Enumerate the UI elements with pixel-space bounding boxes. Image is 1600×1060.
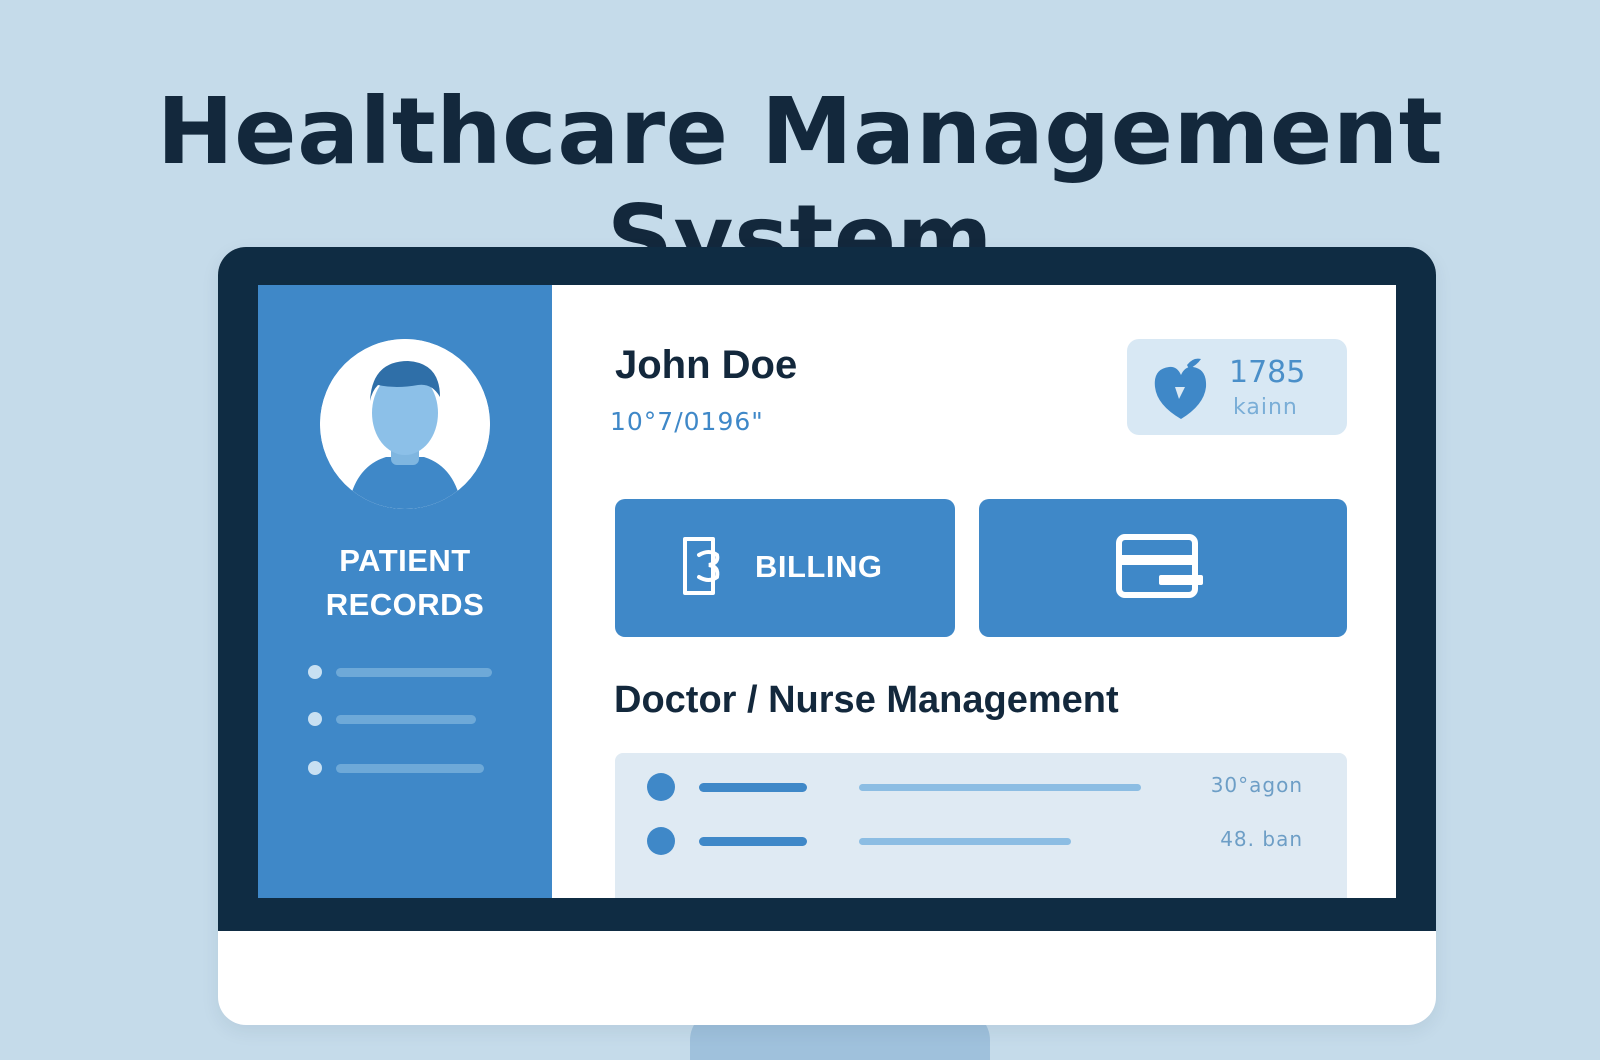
patient-name: John Doe — [615, 343, 798, 387]
user-avatar-icon[interactable] — [320, 339, 490, 509]
card-payment-button[interactable] — [979, 499, 1347, 637]
billing-document-icon — [683, 537, 720, 595]
sidebar: PATIENT RECORDS — [258, 285, 552, 898]
staff-detail-placeholder — [859, 784, 1141, 791]
vitals-unit: kainn — [1233, 395, 1298, 420]
patient-records-line1: PATIENT — [339, 543, 471, 578]
heart-icon — [1154, 358, 1207, 419]
sidebar-item-placeholder — [336, 715, 476, 724]
staff-name-placeholder — [699, 783, 807, 792]
sidebar-item-3[interactable] — [308, 761, 508, 775]
bullet-icon — [308, 712, 322, 726]
patient-records-line2: RECORDS — [325, 587, 485, 622]
bullet-icon — [308, 761, 322, 775]
sidebar-item-placeholder — [336, 668, 492, 677]
patient-id: 10°7/0196" — [610, 407, 764, 436]
credit-card-icon — [1116, 534, 1203, 598]
list-item[interactable]: 48. ban — [615, 825, 1347, 855]
monitor: PATIENT RECORDS John Doe 10°7/0196" 1785… — [218, 247, 1436, 1025]
staff-name-placeholder — [699, 837, 807, 846]
patient-records-heading: PATIENT RECORDS — [258, 539, 552, 627]
sidebar-item-1[interactable] — [308, 665, 508, 679]
staff-avatar-icon — [647, 827, 675, 855]
staff-meta: 48. ban — [1220, 827, 1303, 851]
sidebar-item-2[interactable] — [308, 712, 508, 726]
staff-section-title: Doctor / Nurse Management — [614, 679, 1119, 721]
user-avatar-svg — [320, 339, 490, 509]
billing-label: BILLING — [755, 549, 883, 584]
list-item[interactable]: 30°agon — [615, 771, 1347, 801]
vitals-value: 1785 — [1229, 355, 1306, 390]
billing-button[interactable]: BILLING — [615, 499, 955, 637]
sidebar-item-placeholder — [336, 764, 484, 773]
staff-meta: 30°agon — [1210, 773, 1303, 797]
bullet-icon — [308, 665, 322, 679]
monitor-bezel: PATIENT RECORDS John Doe 10°7/0196" 1785… — [218, 247, 1436, 931]
staff-detail-placeholder — [859, 838, 1071, 845]
staff-list: 30°agon 48. ban — [615, 753, 1347, 898]
staff-avatar-icon — [647, 773, 675, 801]
vitals-card[interactable]: 1785 kainn — [1127, 339, 1347, 435]
app-screen: PATIENT RECORDS John Doe 10°7/0196" 1785… — [258, 285, 1396, 898]
